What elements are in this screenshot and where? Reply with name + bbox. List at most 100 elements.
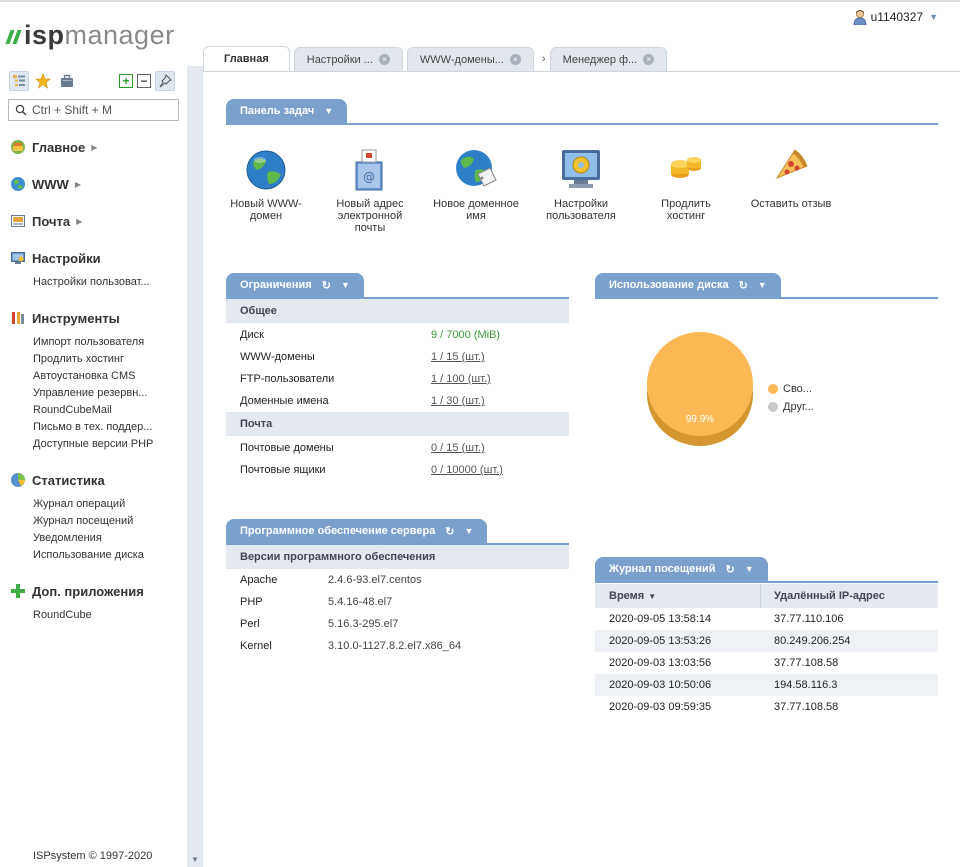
software-version: 5.16.3-295.el7 — [328, 618, 399, 630]
close-icon[interactable]: × — [643, 54, 655, 65]
username: u1140327 — [870, 10, 924, 24]
task-user-settings[interactable]: Настройки пользователя — [536, 148, 626, 222]
cell-ip: 80.249.206.254 — [774, 635, 851, 647]
ispmanager-logo[interactable]: isp manager — [5, 20, 175, 50]
software-version: 2.4.6-93.el7.centos — [328, 574, 422, 586]
limit-name: Почтовые домены — [240, 442, 334, 454]
nav-item-php-versions[interactable]: Доступные версии PHP — [33, 438, 153, 450]
tab-www-domains[interactable]: WWW-домены... × — [406, 47, 534, 71]
refresh-icon[interactable]: ↻ — [739, 279, 748, 292]
disk-panel-header[interactable]: Использование диска ↻ ▼ — [595, 273, 781, 297]
chevron-down-icon[interactable]: ▼ — [745, 564, 754, 574]
legend-dot — [768, 384, 778, 394]
nav-group-label: Доп. приложения — [32, 583, 144, 599]
table-row[interactable]: 2020-09-05 13:58:14 37.77.110.106 — [595, 608, 938, 630]
panel-title: Панель задач — [240, 105, 315, 117]
nav-item-disk-usage[interactable]: Использование диска — [33, 549, 144, 561]
nav-item-cms-install[interactable]: Автоустановка CMS — [33, 370, 135, 382]
tree-list-icon — [13, 75, 25, 86]
limits-section-general: Общее — [226, 299, 569, 323]
panel-title: Программное обеспечение сервера — [240, 525, 436, 537]
nav-item-support-letter[interactable]: Письмо в тех. поддер... — [33, 421, 152, 433]
legend-item-other[interactable]: Друг... — [768, 401, 814, 413]
task-new-www-domain[interactable]: Новый WWW-домен — [221, 148, 311, 222]
user-menu[interactable]: u1140327 ▼ — [853, 9, 938, 25]
table-row[interactable]: 2020-09-05 13:53:26 80.249.206.254 — [595, 630, 938, 652]
nav-group-tools[interactable]: Инструменты — [10, 310, 120, 326]
nav-group-settings[interactable]: Настройки — [10, 250, 101, 266]
coins-icon — [671, 157, 701, 178]
limit-value-link[interactable]: 1 / 30 (шт.) — [431, 395, 485, 407]
software-row: Kernel 3.10.0-1127.8.2.el7.x86_64 — [226, 635, 569, 657]
collapse-all-button[interactable]: − — [137, 74, 151, 88]
task-leave-feedback[interactable]: Оставить отзыв — [746, 148, 836, 210]
software-panel-header[interactable]: Программное обеспечение сервера ↻ ▼ — [226, 519, 488, 543]
column-label: Удалённый IP-адрес — [774, 590, 885, 602]
visits-panel-header[interactable]: Журнал посещений ↻ ▼ — [595, 557, 768, 581]
expand-all-button[interactable]: + — [119, 74, 133, 88]
menu-search[interactable] — [8, 99, 179, 121]
nav-item-visits-log[interactable]: Журнал посещений — [33, 515, 133, 527]
nav-group-statistics[interactable]: Статистика — [10, 472, 105, 488]
nav-item-import-user[interactable]: Импорт пользователя — [33, 336, 144, 348]
pie-chart-icon — [11, 473, 25, 487]
tab-label: Менеджер ф... — [562, 53, 638, 66]
sidebar-toolbar: + − — [9, 71, 175, 91]
tab-settings[interactable]: Настройки ... × — [293, 47, 403, 71]
task-new-domain-name[interactable]: Новое доменное имя — [431, 148, 521, 222]
column-header-ip[interactable]: Удалённый IP-адрес — [774, 584, 885, 608]
nav-item-backup[interactable]: Управление резервн... — [33, 387, 147, 399]
chevron-down-icon[interactable]: ▼ — [465, 526, 474, 536]
chevron-down-icon[interactable]: ▼ — [758, 280, 767, 290]
task-new-mailbox[interactable]: @ Новый адрес электронной почты — [325, 148, 415, 234]
favorites-button[interactable] — [33, 71, 53, 91]
search-icon — [15, 104, 27, 116]
column-header-time[interactable]: Время ▼ — [609, 584, 656, 608]
scroll-down-icon[interactable]: ▼ — [191, 855, 199, 864]
limit-value-link[interactable]: 1 / 15 (шт.) — [431, 351, 485, 363]
limit-row-ftp: FTP-пользователи 1 / 100 (шт.) — [226, 368, 569, 390]
nav-item-user-settings[interactable]: Настройки пользоват... — [33, 276, 150, 288]
refresh-icon[interactable]: ↻ — [445, 525, 454, 538]
tab-label: WWW-домены... — [419, 53, 504, 66]
limit-row-disk: Диск 9 / 7000 (MiB) — [226, 324, 569, 346]
close-icon[interactable]: × — [509, 54, 521, 65]
nav-item-notifications[interactable]: Уведомления — [33, 532, 102, 544]
limits-panel-header[interactable]: Ограничения ↻ ▼ — [226, 273, 364, 297]
nav-item-roundcube[interactable]: RoundCube — [33, 609, 92, 621]
table-row[interactable]: 2020-09-03 10:50:06 194.58.116.3 — [595, 674, 938, 696]
panel-title: Использование диска — [609, 279, 729, 291]
nav-item-extend-hosting[interactable]: Продлить хостинг — [33, 353, 124, 365]
limit-name: WWW-домены — [240, 351, 315, 363]
nav-item-operations-log[interactable]: Журнал операций — [33, 498, 125, 510]
tab-main[interactable]: Главная — [203, 46, 290, 71]
cell-time: 2020-09-05 13:53:26 — [609, 635, 712, 647]
home-icon — [11, 140, 25, 154]
disk-panel-line — [595, 297, 938, 299]
chevron-down-icon[interactable]: ▼ — [341, 280, 350, 290]
cell-ip: 194.58.116.3 — [774, 679, 838, 691]
tab-file-manager[interactable]: Менеджер ф... × — [549, 47, 668, 71]
table-row[interactable]: 2020-09-03 09:59:35 37.77.108.58 — [595, 696, 938, 718]
nav-group-main[interactable]: Главное ▶ — [10, 139, 97, 155]
chevron-down-icon[interactable]: ▼ — [324, 106, 333, 116]
close-icon[interactable]: × — [378, 54, 390, 65]
table-row[interactable]: 2020-09-03 13:03:56 37.77.108.58 — [595, 652, 938, 674]
refresh-icon[interactable]: ↻ — [725, 563, 734, 576]
nav-group-mail[interactable]: Почта ▶ — [10, 213, 82, 229]
briefcase-button[interactable] — [57, 71, 77, 91]
nav-item-roundcubemail[interactable]: RoundCubeMail — [33, 404, 112, 416]
tree-view-button[interactable] — [9, 71, 29, 91]
limit-value-link[interactable]: 0 / 10000 (шт.) — [431, 464, 503, 476]
limit-value-link[interactable]: 1 / 100 (шт.) — [431, 373, 491, 385]
refresh-icon[interactable]: ↻ — [322, 279, 331, 292]
legend-item-free[interactable]: Сво... — [768, 383, 812, 395]
task-extend-hosting[interactable]: Продлить хостинг — [641, 148, 731, 222]
tasks-panel-header[interactable]: Панель задач ▼ — [226, 99, 348, 123]
search-input[interactable] — [32, 103, 172, 117]
pin-button[interactable] — [155, 71, 175, 91]
nav-group-apps[interactable]: Доп. приложения — [10, 583, 144, 599]
sidebar-scrollbar[interactable]: ▼ — [187, 66, 203, 867]
limit-value-link[interactable]: 0 / 15 (шт.) — [431, 442, 485, 454]
nav-group-www[interactable]: WWW ▶ — [10, 176, 81, 192]
